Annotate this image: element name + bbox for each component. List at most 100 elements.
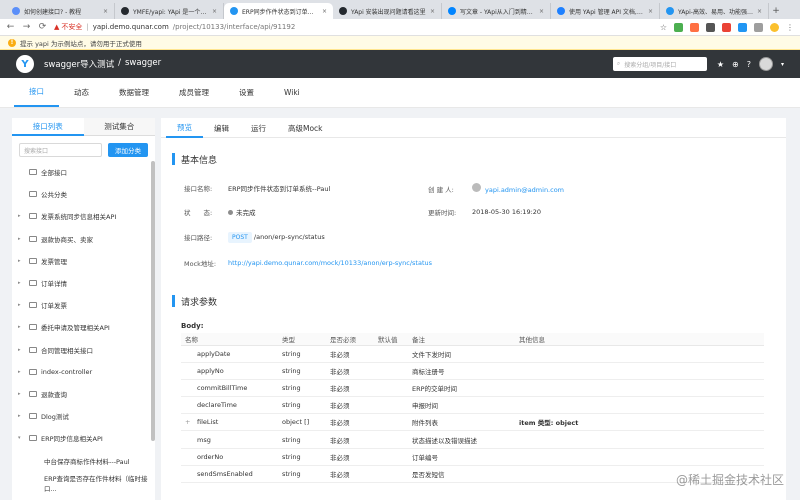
global-search-input[interactable]: ⌕ 搜索分组/项目/接口 (612, 57, 707, 71)
url-separator: | (86, 23, 89, 31)
tree-item[interactable]: ▸ 退款查询 (12, 383, 150, 405)
breadcrumb-sub[interactable]: swagger (125, 58, 161, 70)
tree-item-label: Dlog测试 (41, 413, 69, 422)
table-cell: 非必须 (326, 465, 374, 484)
extension-icon[interactable] (738, 22, 747, 32)
extension-icon[interactable] (690, 22, 699, 32)
tab-interface-list[interactable]: 接口列表 (12, 118, 84, 136)
menu-dots-icon[interactable]: ⋮ (786, 23, 794, 32)
extension-icon[interactable] (722, 22, 731, 32)
add-icon[interactable]: ⊕ (732, 60, 739, 69)
url-field[interactable]: ▲ 不安全 | yapi.demo.qunar.com/project/10133… (54, 22, 653, 32)
tree-item-label: 发票管理 (41, 257, 67, 266)
caret-right-icon[interactable]: ▸ (18, 324, 25, 330)
caret-right-icon[interactable]: ▸ (18, 347, 25, 353)
tree-item[interactable]: ▸ 退款协商买、卖家 (12, 228, 150, 250)
browser-tab[interactable]: YMFE/yapi: YApi 是一个可本地... × (115, 3, 224, 19)
detail-tab[interactable]: 预览 (166, 118, 203, 138)
project-nav-item[interactable]: 设置 (224, 77, 269, 107)
interface-detail: 预览 编辑 运行 高级Mock 基本信息 接口名称: ERP同步作件状态到订单系统--… (161, 118, 786, 500)
sidebar-scrollbar[interactable] (151, 161, 155, 441)
request-body-table: 名称 类型 是否必须 默认值 备注 其他信息 applyDate string 非必须 文件下发… (181, 333, 764, 484)
mock-url-link[interactable]: http://yapi.demo.qunar.com/mock/10133/an… (228, 259, 432, 267)
close-icon[interactable]: × (648, 8, 653, 15)
project-nav-item[interactable]: Wiki (269, 77, 315, 107)
tree-item[interactable]: ▸ Dlog测试 (12, 405, 150, 427)
tree-item[interactable]: ▸ 订单发票 (12, 294, 150, 316)
label: 接口名称: (184, 185, 213, 193)
param-name: commitBillTime (197, 383, 248, 392)
caret-right-icon[interactable]: ▸ (18, 213, 25, 219)
browser-tab[interactable]: 使用 YApi 管理 API 文档,测... × (551, 3, 660, 19)
insecure-indicator[interactable]: ▲ 不安全 (54, 22, 82, 32)
folder-icon (29, 324, 37, 331)
caret-right-icon[interactable]: ▸ (18, 369, 25, 375)
close-icon[interactable]: × (322, 8, 327, 15)
breadcrumb-project[interactable]: swagger导入测试 (44, 58, 114, 70)
table-cell (374, 413, 408, 432)
search-icon: ⌕ (616, 60, 621, 67)
caret-right-icon[interactable]: ▸ (18, 413, 25, 419)
browser-tab[interactable]: 如何创建接口? - 教程 × (6, 3, 115, 19)
close-icon[interactable]: × (757, 8, 762, 15)
close-icon[interactable]: × (212, 8, 217, 15)
project-nav-item[interactable]: 接口 (14, 77, 59, 107)
yapi-logo[interactable]: Y (16, 55, 34, 73)
caret-down-icon[interactable]: ▾ (18, 435, 25, 441)
close-icon[interactable]: × (539, 8, 544, 15)
back-icon[interactable]: ← (6, 22, 15, 32)
bookmark-star-icon[interactable]: ☆ (660, 23, 667, 32)
reload-icon[interactable]: ⟳ (38, 22, 47, 32)
tree-item[interactable]: 公共分类 (12, 183, 150, 205)
project-nav-item[interactable]: 成员管理 (164, 77, 224, 107)
browser-tab[interactable]: 写文章 - YApi从入门到精通... × (442, 3, 551, 19)
tab-test-collection[interactable]: 测试集合 (83, 118, 155, 136)
forward-icon[interactable]: → (22, 22, 31, 32)
expand-icon[interactable]: + (185, 418, 197, 426)
browser-tab[interactable]: YApi 安装出现问题请看这里 × (333, 3, 442, 19)
table-cell: 非必须 (326, 396, 374, 415)
tree-item[interactable]: ▸ index-controller (12, 361, 150, 383)
caret-right-icon[interactable]: ▸ (18, 236, 25, 242)
table-cell: 文件下发时间 (408, 345, 515, 363)
add-category-button[interactable]: 添加分类 (108, 143, 148, 157)
new-tab-button[interactable]: + (769, 3, 783, 19)
tree-item[interactable]: ▸ 发票系统同步信息相关API (12, 205, 150, 227)
project-nav-item[interactable]: 数据管理 (104, 77, 164, 107)
tree-item[interactable]: 中台保存商标作件材料---Paul (12, 449, 150, 471)
interface-search-input[interactable]: 搜索接口 (19, 143, 102, 157)
tree-item[interactable]: ERP查询是否存在作件材料（临时接口... (12, 472, 150, 494)
caret-right-icon[interactable]: ▸ (18, 258, 25, 264)
table-cell: + fileList (181, 413, 278, 432)
caret-right-icon[interactable]: ▸ (18, 391, 25, 397)
caret-right-icon[interactable]: ▸ (18, 280, 25, 286)
tree-item[interactable]: ▾ ERP同步信息相关API (12, 427, 150, 449)
tree-item[interactable]: ▸ 订单详情 (12, 272, 150, 294)
table-cell: msg (181, 430, 278, 449)
project-nav-item[interactable]: 动态 (59, 77, 104, 107)
tree-item[interactable]: ▸ 合同管理相关接口 (12, 339, 150, 361)
close-icon[interactable]: × (103, 8, 108, 15)
browser-tab[interactable]: YApi-高效、易用、功能强大的 × (660, 3, 769, 19)
extension-icon[interactable] (754, 22, 763, 32)
table-cell: item 类型: object (515, 413, 764, 432)
avatar[interactable] (758, 57, 773, 71)
close-icon[interactable]: × (430, 8, 435, 15)
caret-right-icon[interactable]: ▸ (18, 302, 25, 308)
detail-tab[interactable]: 运行 (240, 118, 277, 138)
tree-item[interactable]: ▸ 委托申请及管理相关API (12, 316, 150, 338)
chevron-down-icon[interactable]: ▾ (781, 61, 784, 68)
tree-item-label: ERP查询是否存在作件材料（临时接口... (44, 474, 148, 493)
browser-tab[interactable]: ERP同步作件状态到订单系统... × (224, 3, 333, 19)
creator-link[interactable]: yapi.admin@admin.com (485, 186, 564, 194)
extension-icon[interactable] (674, 22, 683, 32)
tree-item[interactable]: ▸ 发票管理 (12, 250, 150, 272)
extension-icon[interactable] (706, 22, 715, 32)
detail-tab[interactable]: 高级Mock (277, 118, 334, 138)
tree-item[interactable]: 全部接口 (12, 161, 150, 183)
detail-tab[interactable]: 编辑 (203, 118, 240, 138)
url-host: yapi.demo.qunar.com (92, 23, 169, 31)
help-icon[interactable]: ? (747, 60, 751, 69)
star-icon[interactable]: ★ (717, 60, 724, 69)
emoji-icon[interactable] (770, 22, 779, 32)
